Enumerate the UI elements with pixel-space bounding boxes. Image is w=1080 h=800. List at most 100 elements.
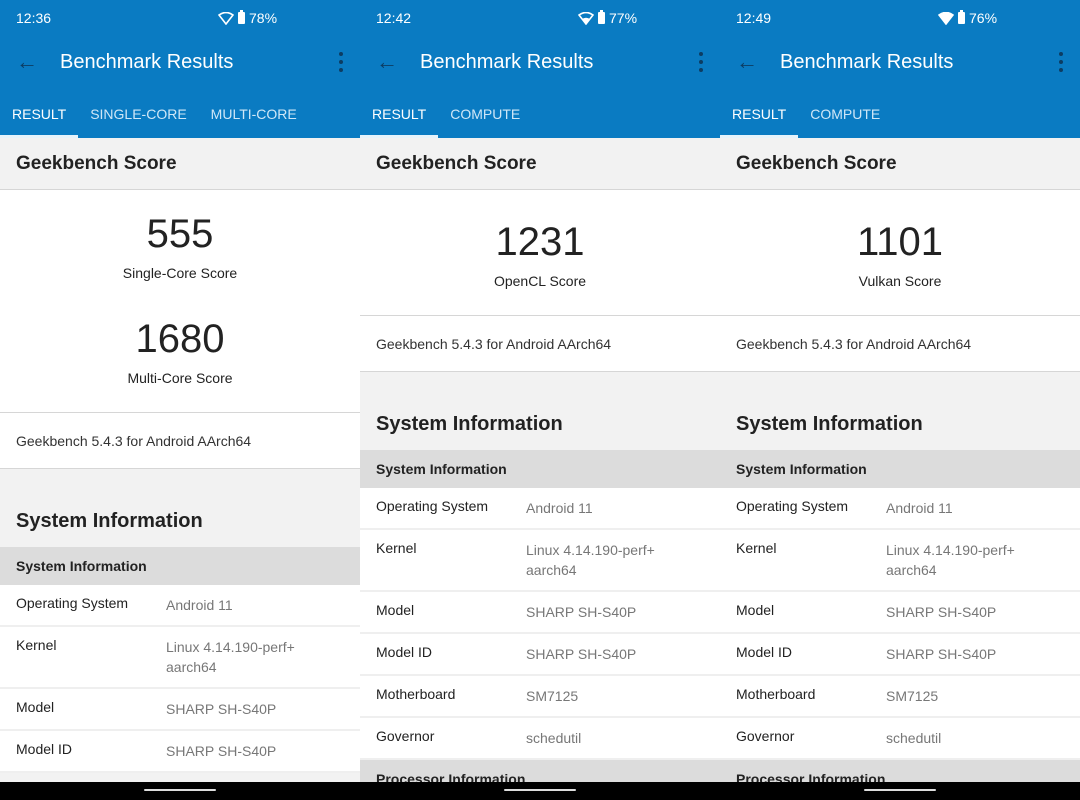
row-value: schedutil — [526, 730, 582, 746]
table-row: Kernel Linux 4.14.190-perf+ aarch64 — [720, 530, 1080, 592]
battery-icon — [598, 10, 605, 24]
row-key: Operating System — [736, 498, 849, 514]
version-info: Geekbench 5.4.3 for Android AArch64 — [720, 316, 1080, 372]
row-key: Model — [736, 602, 775, 618]
table-row: Operating System Android 11 — [0, 585, 360, 627]
more-options-icon[interactable] — [1058, 52, 1064, 72]
table-row: Governor schedutil — [360, 718, 720, 760]
row-key: Governor — [736, 728, 795, 744]
row-key: Model ID — [376, 644, 433, 660]
screens: 12:36 78% ← Benchmark Results RESULT SIN… — [0, 0, 1080, 800]
row-key: Operating System — [376, 498, 489, 514]
page-title: Benchmark Results — [60, 51, 234, 73]
scores-panel: 1101 Vulkan Score — [720, 190, 1080, 316]
row-key: Kernel — [376, 540, 417, 556]
row-value: Linux 4.14.190-perf+ aarch64 — [166, 639, 295, 675]
app-bar: 12:42 77% ← Benchmark Results RESULT COM… — [360, 0, 720, 138]
navigation-bar — [0, 782, 360, 800]
table-row: Motherboard SM7125 — [720, 676, 1080, 718]
table-row: Model ID SHARP SH-S40P — [0, 731, 360, 773]
single-core-score: 555 — [146, 212, 214, 256]
status-bar: 12:36 78% — [16, 10, 344, 26]
back-arrow-icon[interactable]: ← — [376, 50, 400, 74]
table-row: Operating System Android 11 — [360, 488, 720, 530]
status-bar: 12:49 76% — [736, 10, 1064, 26]
battery-percent: 76% — [969, 10, 998, 26]
status-bar: 12:42 77% — [376, 10, 704, 26]
row-value: SHARP SH-S40P — [166, 701, 277, 717]
tab-result[interactable]: RESULT — [360, 96, 439, 138]
section-geekbench-score: Geekbench Score — [0, 138, 360, 190]
tab-result[interactable]: RESULT — [0, 96, 79, 138]
row-value: schedutil — [886, 730, 942, 746]
status-icons: 77% — [578, 10, 637, 26]
tab-result[interactable]: RESULT — [720, 96, 799, 138]
wifi-icon — [218, 11, 234, 25]
row-key: Model — [376, 602, 415, 618]
table-header-system-information: System Information — [360, 450, 720, 488]
vulkan-score-label: Vulkan Score — [858, 273, 942, 289]
page-title: Benchmark Results — [420, 51, 594, 73]
home-gesture-handle[interactable] — [864, 789, 936, 791]
system-information-heading: System Information — [720, 412, 1080, 436]
page-title: Benchmark Results — [780, 51, 954, 73]
battery-percent: 77% — [609, 10, 638, 26]
battery-percent: 78% — [249, 10, 278, 26]
tab-compute[interactable]: COMPUTE — [798, 96, 892, 138]
tab-bar: RESULT SINGLE-CORE MULTI-CORE — [0, 96, 360, 138]
table-row: Kernel Linux 4.14.190-perf+ aarch64 — [0, 627, 360, 689]
home-gesture-handle[interactable] — [144, 789, 216, 791]
row-value: SHARP SH-S40P — [886, 604, 997, 620]
row-value: SHARP SH-S40P — [166, 743, 277, 759]
status-time: 12:36 — [16, 10, 52, 26]
back-arrow-icon[interactable]: ← — [16, 50, 40, 74]
opencl-score: 1231 — [495, 220, 585, 264]
row-value: SHARP SH-S40P — [886, 646, 997, 662]
app-bar: 12:49 76% ← Benchmark Results RESULT COM… — [720, 0, 1080, 138]
status-time: 12:42 — [376, 10, 412, 26]
tab-single-core[interactable]: SINGLE-CORE — [78, 96, 198, 138]
tab-multi-core[interactable]: MULTI-CORE — [199, 96, 309, 138]
status-time: 12:49 — [736, 10, 772, 26]
spacer — [360, 372, 720, 412]
row-value: Linux 4.14.190-perf+ aarch64 — [886, 542, 1015, 578]
row-key: Kernel — [16, 637, 57, 653]
row-key: Governor — [376, 728, 435, 744]
battery-icon — [958, 10, 965, 24]
row-key: Operating System — [16, 595, 129, 611]
version-info: Geekbench 5.4.3 for Android AArch64 — [360, 316, 720, 372]
app-bar: 12:36 78% ← Benchmark Results RESULT SIN… — [0, 0, 360, 138]
navigation-bar — [720, 782, 1080, 800]
toolbar: ← Benchmark Results — [720, 44, 1080, 80]
table-row: Governor schedutil — [720, 718, 1080, 760]
phone-screen-2: 12:42 77% ← Benchmark Results RESULT COM… — [360, 0, 720, 800]
row-key: Kernel — [736, 540, 777, 556]
tab-bar: RESULT COMPUTE — [720, 96, 1080, 138]
row-value: SM7125 — [886, 688, 939, 704]
spacer — [0, 469, 360, 509]
more-options-icon[interactable] — [338, 52, 344, 72]
table-row: Operating System Android 11 — [720, 488, 1080, 530]
table-row: Model SHARP SH-S40P — [0, 689, 360, 731]
table-row: Model SHARP SH-S40P — [360, 592, 720, 634]
table-row: Motherboard SM7125 — [360, 676, 720, 718]
table-row: Kernel Linux 4.14.190-perf+ aarch64 — [360, 530, 720, 592]
row-key: Model ID — [16, 741, 73, 757]
status-icons: 78% — [218, 10, 277, 26]
tab-compute[interactable]: COMPUTE — [438, 96, 532, 138]
phone-screen-1: 12:36 78% ← Benchmark Results RESULT SIN… — [0, 0, 360, 800]
more-options-icon[interactable] — [698, 52, 704, 72]
navigation-bar — [360, 782, 720, 800]
system-information-heading: System Information — [360, 412, 720, 436]
phone-screen-3: 12:49 76% ← Benchmark Results RESULT COM… — [720, 0, 1080, 800]
home-gesture-handle[interactable] — [504, 789, 576, 791]
row-value: SHARP SH-S40P — [526, 604, 637, 620]
system-information-heading: System Information — [0, 509, 360, 533]
table-header-system-information: System Information — [720, 450, 1080, 488]
multi-core-score: 1680 — [135, 317, 225, 361]
back-arrow-icon[interactable]: ← — [736, 50, 760, 74]
vulkan-score: 1101 — [856, 220, 943, 264]
table-header-system-information: System Information — [0, 547, 360, 585]
section-geekbench-score: Geekbench Score — [360, 138, 720, 190]
section-geekbench-score: Geekbench Score — [720, 138, 1080, 190]
